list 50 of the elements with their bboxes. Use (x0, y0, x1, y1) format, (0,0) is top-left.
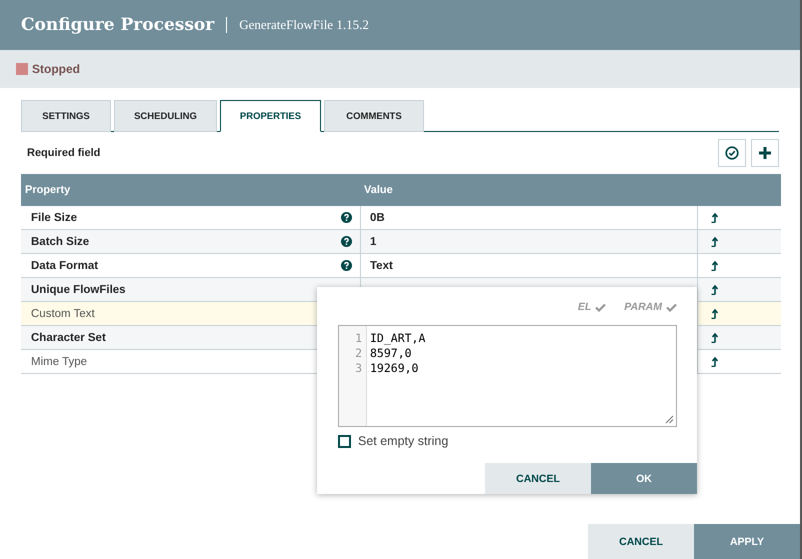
go-to-icon[interactable] (711, 212, 718, 222)
go-to-icon[interactable] (711, 308, 718, 318)
line-number: 3 (355, 361, 362, 376)
checkmark-icon (666, 302, 677, 312)
property-value[interactable]: 1 (370, 236, 376, 248)
property-name: Batch Size (31, 236, 90, 248)
property-name: File Size (31, 212, 78, 224)
tab[interactable]: SETTINGS (21, 100, 111, 132)
cancel-button[interactable]: CANCEL (485, 463, 591, 494)
property-name: Data Format (31, 260, 98, 272)
support-flag-label: EL (578, 301, 592, 313)
processor-name: GenerateFlowFile 1.15.2 (239, 17, 369, 33)
property-value[interactable]: 0B (370, 212, 385, 224)
line-number: 1 (355, 331, 362, 346)
code-line: ID_ART,A (370, 331, 426, 346)
dialog-title: Configure Processor (21, 15, 214, 35)
code-line: 8597,0 (370, 346, 413, 361)
property-name: Mime Type (31, 356, 88, 368)
tab[interactable]: PROPERTIES (220, 100, 321, 132)
code-line: 19269,0 (370, 361, 420, 376)
add-property-button[interactable] (751, 139, 779, 167)
status-label: Stopped (32, 62, 80, 76)
cancel-button[interactable]: CANCEL (588, 524, 694, 559)
help-icon[interactable] (341, 212, 352, 223)
go-to-icon[interactable] (711, 356, 718, 366)
property-name: Character Set (31, 332, 106, 344)
code-editor[interactable]: 1 2 3 ID_ART,A 8597,0 19269,0 (338, 325, 677, 427)
resize-grip-icon[interactable] (665, 415, 674, 424)
tab[interactable]: SCHEDULING (114, 100, 217, 132)
property-name: Custom Text (31, 308, 95, 320)
check-circle-icon (725, 146, 739, 160)
help-icon[interactable] (341, 236, 352, 247)
checkbox[interactable] (338, 434, 351, 448)
property-name: Unique FlowFiles (31, 284, 126, 296)
column-header: Value (363, 184, 394, 196)
tab[interactable]: COMMENTS (324, 100, 424, 132)
required-field-note: Required field (27, 147, 100, 159)
checkbox-label[interactable]: Set empty string (358, 434, 448, 448)
go-to-icon[interactable] (711, 284, 718, 294)
checkmark-icon (595, 302, 606, 312)
plus-icon (758, 146, 772, 160)
line-number: 2 (355, 346, 362, 361)
property-value[interactable]: Text (370, 260, 393, 272)
column-header: Property (24, 184, 72, 196)
support-flag-label: PARAM (624, 301, 662, 313)
go-to-icon[interactable] (711, 236, 718, 246)
go-to-icon[interactable] (711, 332, 718, 342)
verify-button[interactable] (718, 139, 746, 167)
go-to-icon[interactable] (711, 260, 718, 270)
help-icon[interactable] (341, 260, 352, 271)
